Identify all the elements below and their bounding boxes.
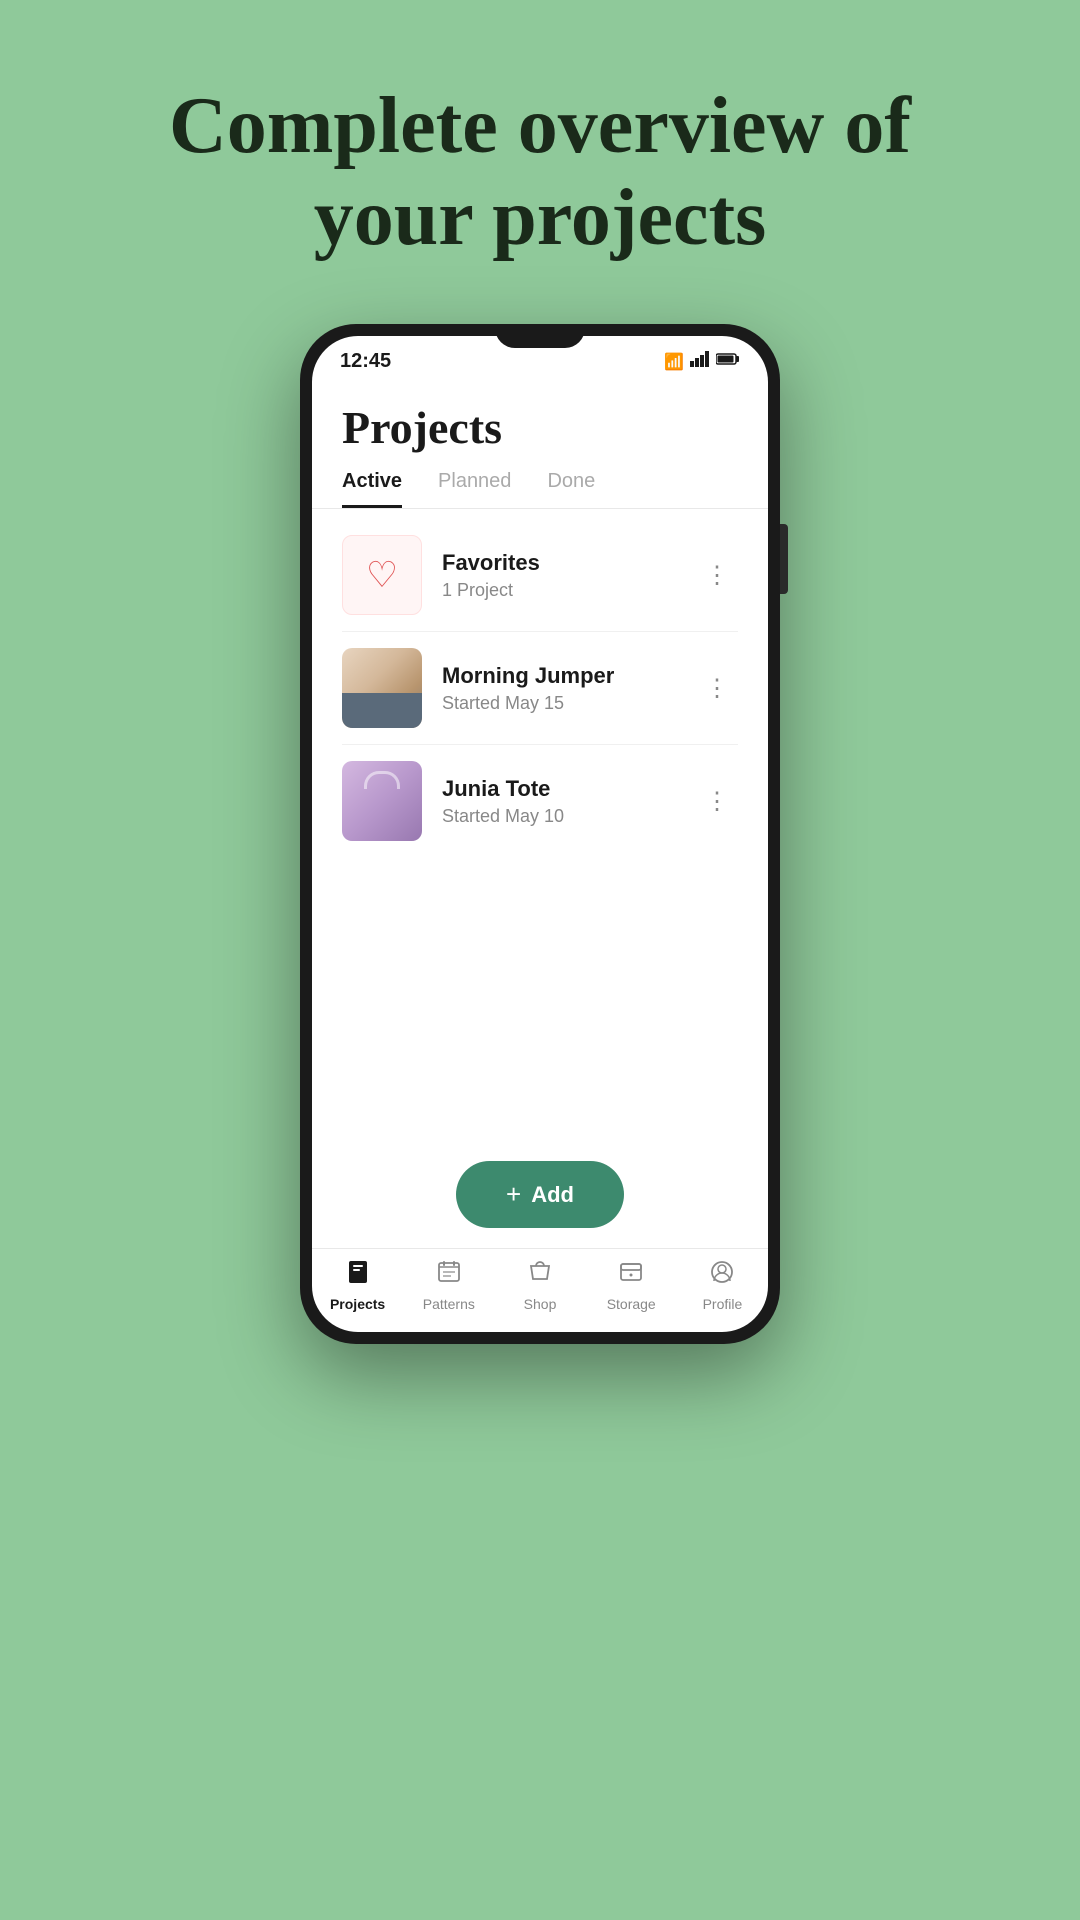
list-item[interactable]: Morning Jumper Started May 15 ⋮ [312, 632, 768, 744]
bottom-nav: Projects Patterns [312, 1248, 768, 1332]
morning-jumper-thumbnail [342, 648, 422, 728]
project-menu-button[interactable]: ⋮ [697, 779, 738, 824]
project-info: Favorites 1 Project [442, 550, 677, 601]
project-subtitle: Started May 15 [442, 693, 677, 714]
tabs-container: Active Planned Done [312, 454, 768, 509]
page-title: Projects [342, 401, 738, 454]
page-header: Projects [312, 381, 768, 454]
battery-icon [716, 352, 740, 371]
tab-done[interactable]: Done [547, 470, 595, 508]
nav-item-patterns[interactable]: Patterns [403, 1259, 494, 1312]
patterns-icon [436, 1259, 462, 1292]
nav-label: Storage [607, 1296, 656, 1312]
project-menu-button[interactable]: ⋮ [697, 553, 738, 598]
project-name: Morning Jumper [442, 663, 677, 689]
phone-screen: 12:45 📶 [312, 336, 768, 1332]
status-icons: 📶 [664, 351, 740, 372]
project-info: Junia Tote Started May 10 [442, 776, 677, 827]
screen-content: Projects Active Planned Done ♡ Favorites… [312, 381, 768, 1332]
shop-icon [527, 1259, 553, 1292]
tab-active[interactable]: Active [342, 470, 402, 508]
signal-icon [690, 351, 710, 372]
phone-notch [495, 324, 585, 348]
list-item[interactable]: ♡ Favorites 1 Project ⋮ [312, 519, 768, 631]
junia-tote-thumbnail [342, 761, 422, 841]
nav-label: Profile [703, 1296, 743, 1312]
phone-frame: 12:45 📶 [300, 324, 780, 1344]
nav-item-storage[interactable]: Storage [586, 1259, 677, 1312]
storage-icon [618, 1259, 644, 1292]
projects-icon [345, 1259, 371, 1292]
project-list: ♡ Favorites 1 Project ⋮ Morning Jumper S… [312, 509, 768, 1141]
phone-power-button [780, 524, 788, 594]
project-name: Favorites [442, 550, 677, 576]
add-project-button[interactable]: + Add [456, 1161, 624, 1228]
profile-icon [709, 1259, 735, 1292]
nav-item-profile[interactable]: Profile [677, 1259, 768, 1312]
nav-item-shop[interactable]: Shop [494, 1259, 585, 1312]
nav-item-projects[interactable]: Projects [312, 1259, 403, 1312]
add-button-label: Add [531, 1182, 574, 1208]
project-menu-button[interactable]: ⋮ [697, 666, 738, 711]
project-subtitle: Started May 10 [442, 806, 677, 827]
heart-icon: ♡ [366, 554, 398, 596]
project-name: Junia Tote [442, 776, 677, 802]
nav-label: Patterns [423, 1296, 475, 1312]
status-time: 12:45 [340, 350, 391, 373]
plus-icon: + [506, 1179, 521, 1210]
project-info: Morning Jumper Started May 15 [442, 663, 677, 714]
tab-planned[interactable]: Planned [438, 470, 511, 508]
add-button-container: + Add [312, 1141, 768, 1248]
favorites-thumbnail: ♡ [342, 535, 422, 615]
hero-title: Complete overview of your projects [0, 0, 1080, 324]
project-subtitle: 1 Project [442, 580, 677, 601]
wifi-icon: 📶 [664, 352, 684, 372]
list-item[interactable]: Junia Tote Started May 10 ⋮ [312, 745, 768, 857]
nav-label: Projects [330, 1296, 385, 1312]
nav-label: Shop [524, 1296, 557, 1312]
